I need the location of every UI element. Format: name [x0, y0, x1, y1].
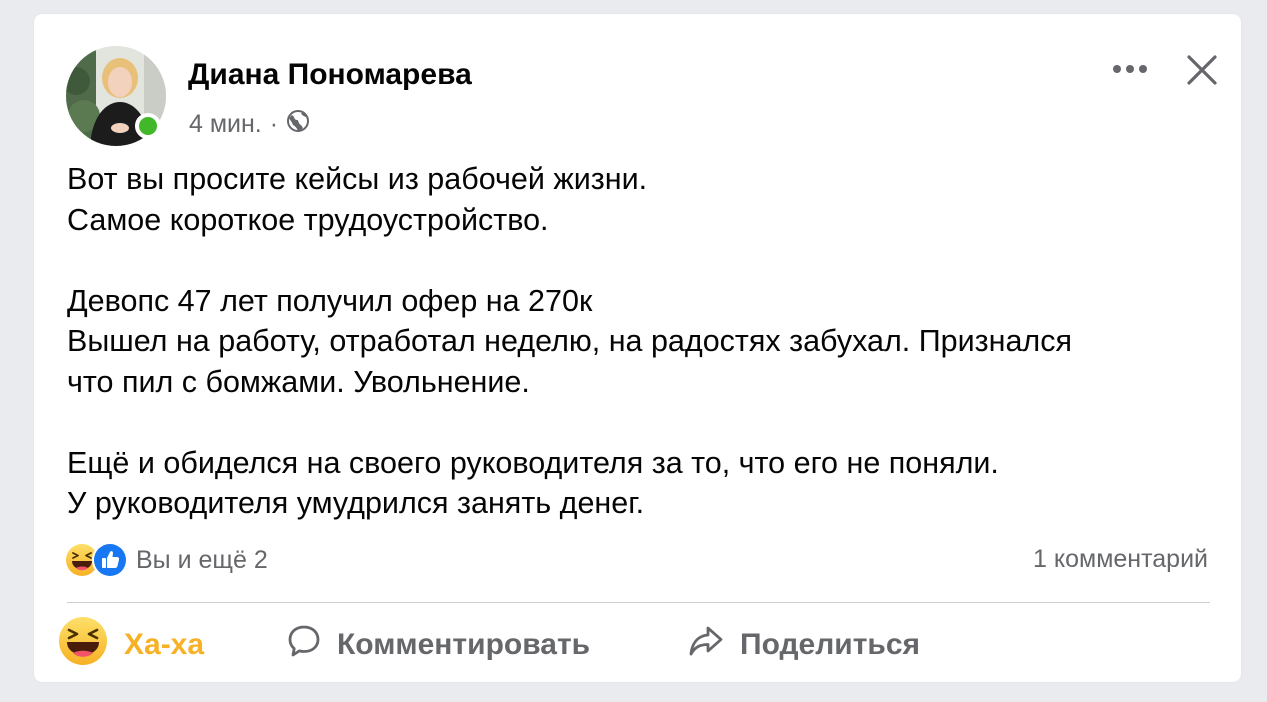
post-time[interactable]: 4 мин.	[189, 110, 262, 139]
post-card: Диана Пономарева 4 мин. · Вот вы просите…	[34, 14, 1241, 682]
post-line: Вот вы просите кейсы из рабочей жизни.	[67, 162, 648, 196]
comment-icon	[287, 624, 321, 666]
haha-label: Ха-ха	[124, 628, 205, 661]
online-status-dot	[135, 113, 161, 139]
ellipsis-icon	[1112, 61, 1148, 79]
post-line: что пил с бомжами. Увольнение.	[67, 364, 530, 399]
post-line: У руководителя умудрился занять денег.	[67, 486, 645, 520]
globe-icon[interactable]	[286, 109, 310, 140]
comment-button[interactable]: Комментировать	[287, 616, 590, 674]
reaction-icons	[64, 542, 128, 578]
post-meta: 4 мин. ·	[189, 109, 310, 140]
share-label: Поделиться	[740, 628, 921, 661]
post-text: Вот вы просите кейсы из рабочей жизни. С…	[67, 159, 1217, 524]
post-paragraph: Вот вы просите кейсы из рабочей жизни. С…	[67, 159, 1217, 240]
close-icon	[1186, 54, 1218, 91]
author-name[interactable]: Диана Пономарева	[188, 58, 472, 92]
more-options-button[interactable]	[1108, 52, 1152, 88]
close-button[interactable]	[1180, 50, 1224, 94]
post-line: Самое короткое трудоустройство.	[67, 202, 549, 237]
post-paragraph: Ещё и обиделся на своего руководителя за…	[67, 443, 1217, 524]
share-icon	[688, 624, 724, 666]
haha-reaction-button[interactable]: Ха-ха	[58, 616, 204, 674]
post-paragraph: Девопс 47 лет получил офер на 270к Вышел…	[67, 281, 1217, 403]
actions-divider	[67, 602, 1210, 603]
reactions-summary[interactable]: Вы и ещё 2	[64, 542, 268, 578]
comments-count-link[interactable]: 1 комментарий	[1033, 545, 1208, 574]
comment-label: Комментировать	[337, 628, 591, 661]
meta-separator: ·	[269, 110, 279, 138]
share-button[interactable]: Поделиться	[688, 616, 920, 674]
post-line: Ещё и обиделся на своего руководителя за…	[67, 445, 999, 480]
post-line: Девопс 47 лет получил офер на 270к	[67, 283, 593, 318]
like-icon	[92, 542, 128, 578]
post-line: Вышел на работу, отработал неделю, на ра…	[67, 324, 1072, 358]
reaction-count: Вы и ещё 2	[136, 545, 268, 574]
haha-icon	[58, 616, 108, 674]
